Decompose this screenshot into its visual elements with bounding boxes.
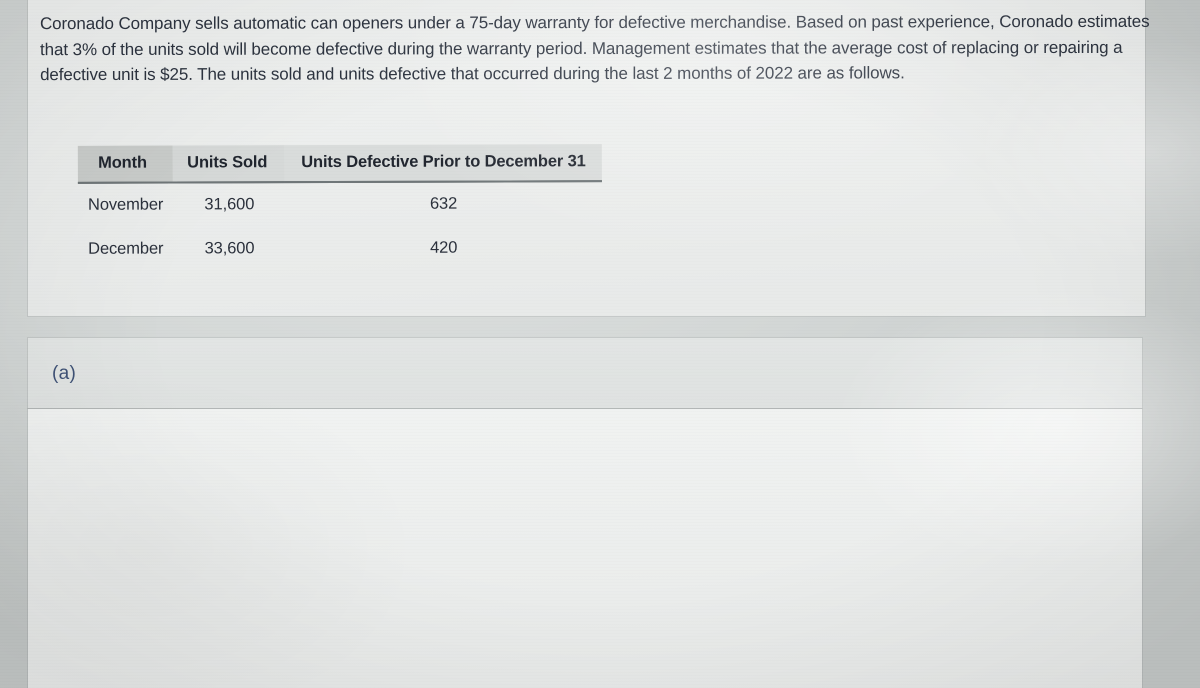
cell-units-sold-december: 33,600 bbox=[204, 239, 255, 258]
units-table-header-month: Month bbox=[77, 145, 174, 183]
units-table-header-row: Month Units Sold Units Defective Prior t… bbox=[77, 144, 602, 183]
part-label-a: (a) bbox=[52, 363, 77, 384]
table-row: December 33,600 420 bbox=[78, 226, 602, 272]
table-row: November 31,600 632 bbox=[78, 181, 602, 228]
units-table: Month Units Sold Units Defective Prior t… bbox=[77, 144, 602, 272]
cell-units-defective-december: 420 bbox=[430, 238, 458, 257]
screenshot-canvas: Coronado Company sells automatic can ope… bbox=[0, 0, 1200, 688]
cell-month-december: December bbox=[88, 239, 164, 258]
cell-month-november: November bbox=[87, 195, 164, 214]
cell-units-defective-november: 632 bbox=[429, 194, 458, 213]
problem-statement: Coronado Company sells automatic can ope… bbox=[39, 11, 1155, 85]
units-table-header-units-defective: Units Defective Prior to December 31 bbox=[285, 144, 602, 183]
cell-units-sold-november: 31,600 bbox=[204, 195, 255, 214]
problem-panel: Coronado Company sells automatic can ope… bbox=[28, 0, 1150, 316]
journal-entry-panel: Prepare the journal entry to record the … bbox=[28, 409, 1142, 688]
units-table-header-units-sold: Units Sold bbox=[173, 145, 286, 183]
part-label-band bbox=[28, 338, 1142, 408]
